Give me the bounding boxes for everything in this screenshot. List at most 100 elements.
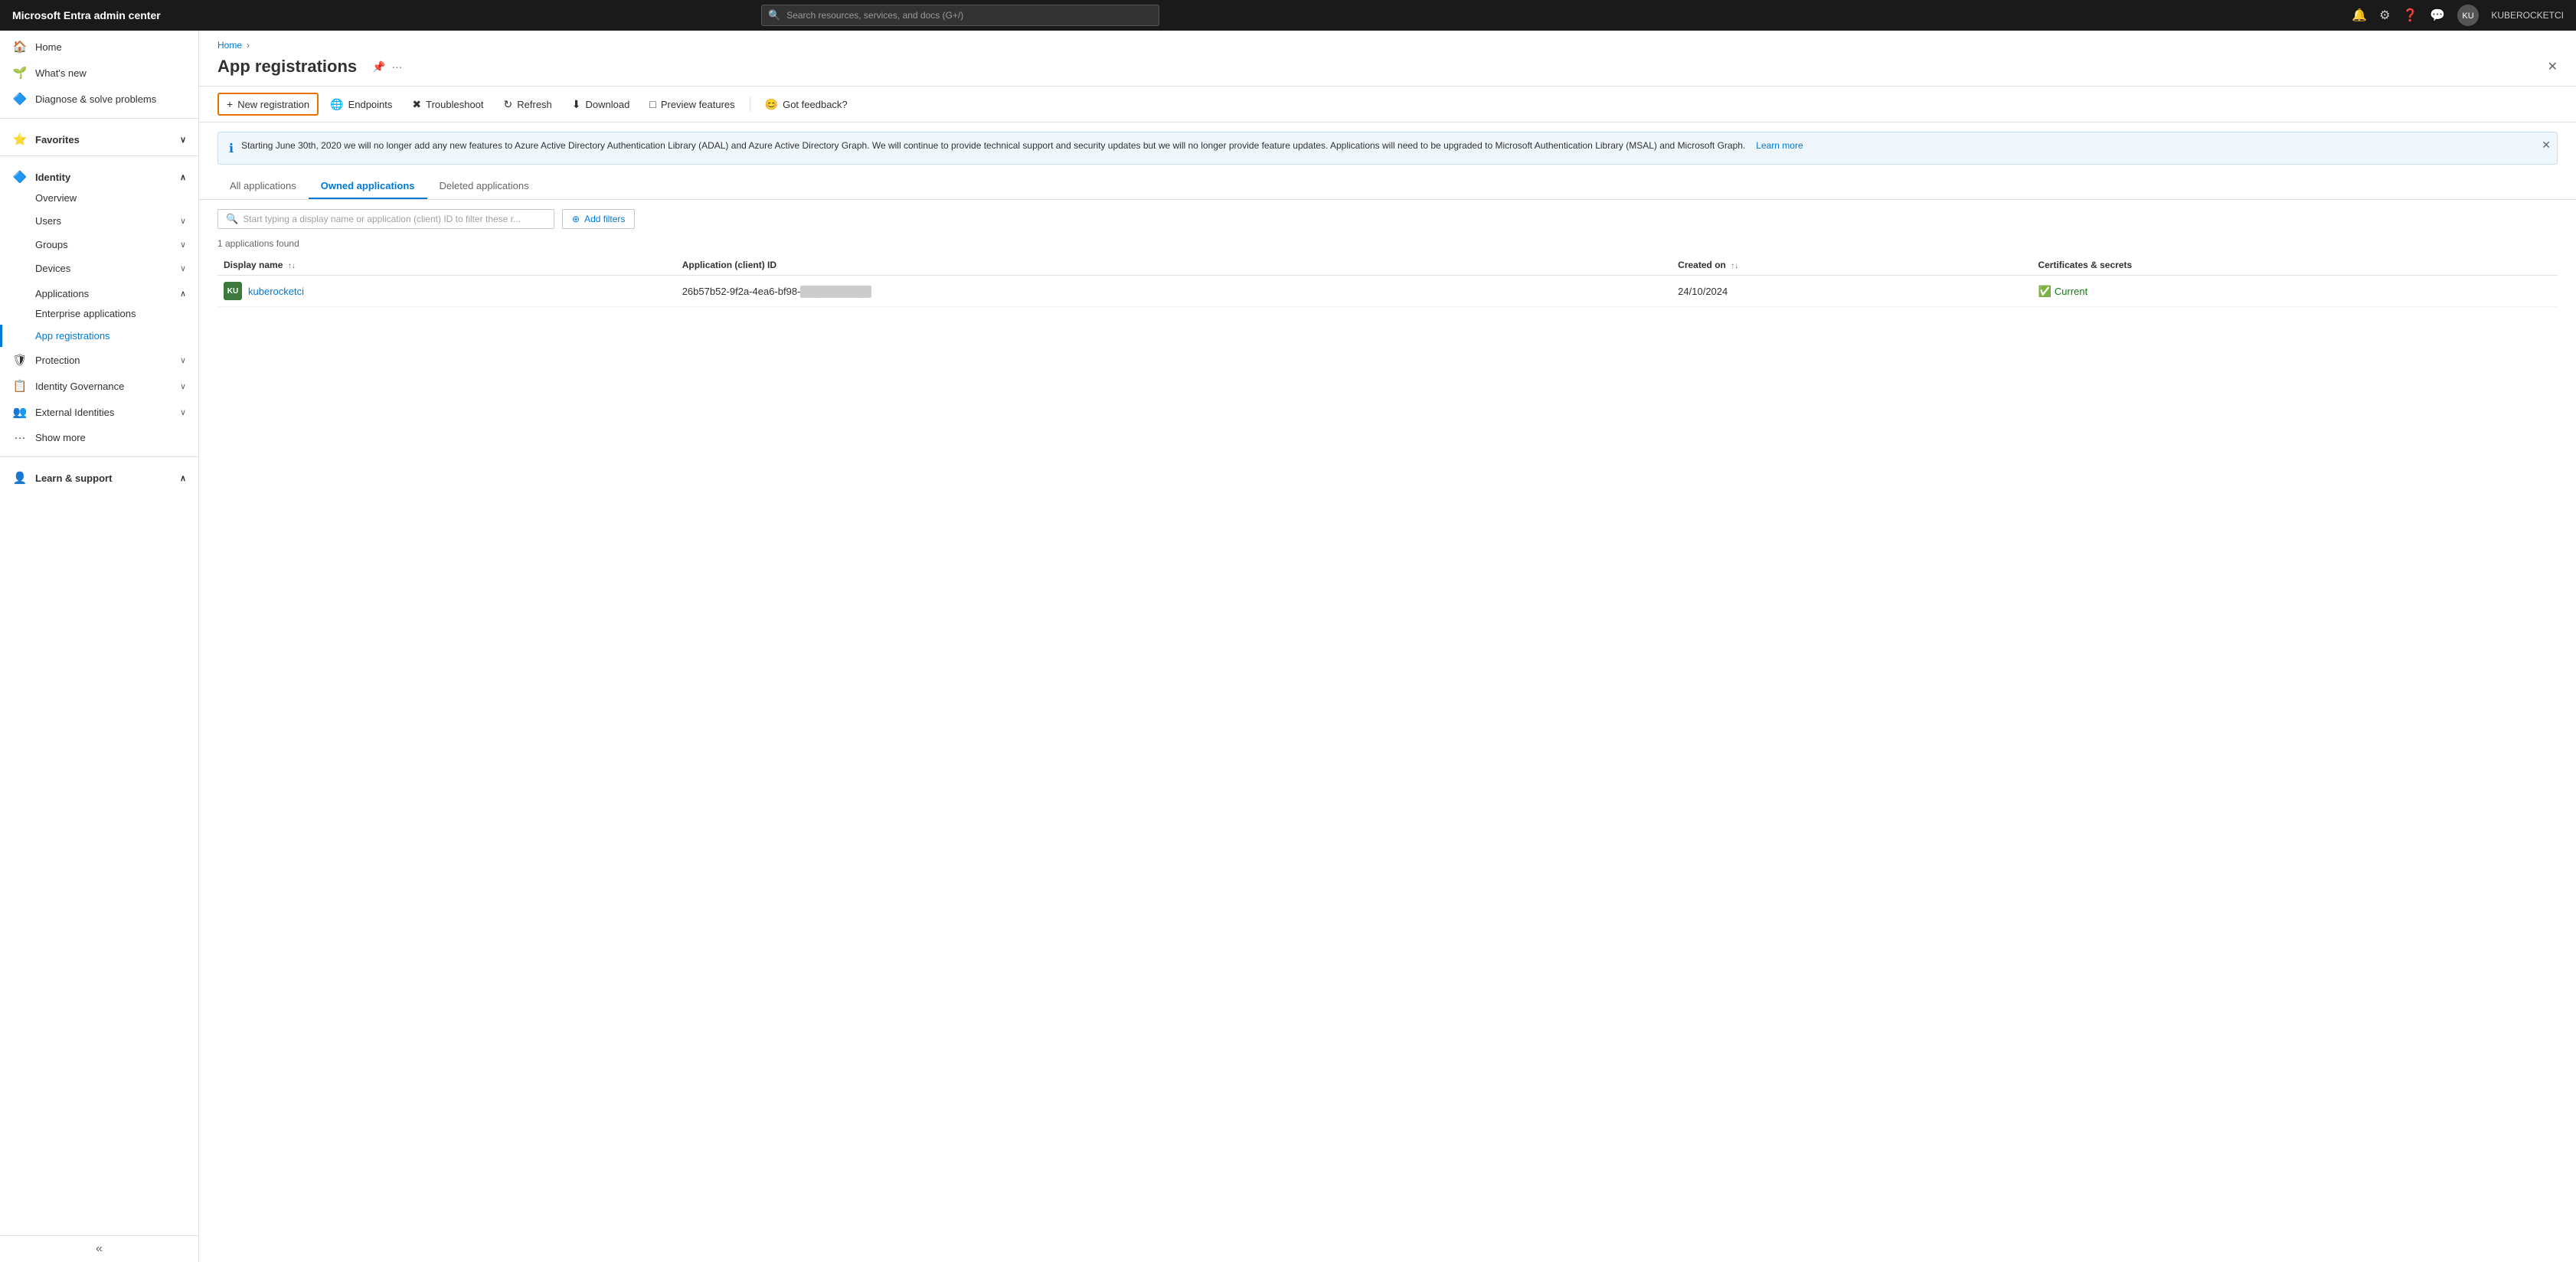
sidebar-learn-support[interactable]: 👤 Learn & support ∧ — [0, 463, 198, 488]
sidebar-item-protection[interactable]: 🛡 Protection ∨ — [0, 347, 198, 373]
topbar: Microsoft Entra admin center 🔍 🔔 ⚙ ❓ 💬 K… — [0, 0, 2576, 31]
sidebar-label-whats-new: What's new — [35, 67, 186, 79]
sidebar-nav: 🏠 Home 🌱 What's new 🔷 Diagnose & solve p… — [0, 31, 198, 1235]
protection-icon: 🛡 — [12, 353, 28, 367]
close-button[interactable]: ✕ — [2548, 59, 2558, 74]
sidebar-item-show-more[interactable]: ··· Show more — [0, 425, 198, 450]
endpoints-label: Endpoints — [348, 99, 393, 110]
page-title: App registrations — [217, 57, 357, 77]
avatar[interactable]: KU — [2457, 5, 2479, 26]
diagnose-icon: 🔷 — [12, 92, 28, 106]
preview-features-label: Preview features — [661, 99, 735, 110]
endpoints-icon: 🌐 — [330, 98, 343, 111]
divider-3 — [0, 456, 198, 457]
sidebar-label-groups: Groups — [35, 239, 172, 250]
pin-icon[interactable]: 📌 — [372, 60, 385, 74]
preview-icon: □ — [649, 98, 655, 110]
troubleshoot-icon: ✖ — [412, 98, 421, 111]
download-label: Download — [586, 99, 630, 110]
collapse-icon: « — [96, 1242, 103, 1256]
groups-chevron: ∨ — [180, 240, 186, 250]
cell-client-id: 26b57b52-9f2a-4ea6-bf98-██████████ — [676, 276, 1672, 307]
sidebar-item-whats-new[interactable]: 🌱 What's new — [0, 60, 198, 86]
redacted-id: ██████████ — [800, 286, 871, 297]
sidebar-item-app-registrations[interactable]: App registrations — [0, 325, 198, 347]
sort-icon-name[interactable]: ↑↓ — [288, 262, 296, 270]
sidebar-label-learn-support: Learn & support — [35, 472, 172, 484]
table-row: KU kuberocketci 26b57b52-9f2a-4ea6-bf98-… — [217, 276, 2558, 307]
more-icon[interactable]: ··· — [392, 60, 403, 73]
sidebar-label-diagnose: Diagnose & solve problems — [35, 93, 186, 105]
sidebar-item-users[interactable]: Users ∨ — [0, 209, 198, 233]
feedback-icon-toolbar: 😊 — [765, 98, 778, 111]
sidebar-item-diagnose[interactable]: 🔷 Diagnose & solve problems — [0, 86, 198, 112]
plus-icon: + — [227, 98, 233, 110]
sidebar-item-enterprise-apps[interactable]: Enterprise applications — [0, 302, 198, 325]
endpoints-button[interactable]: 🌐 Endpoints — [322, 93, 400, 116]
sort-icon-created[interactable]: ↑↓ — [1731, 262, 1738, 270]
client-id-value: 26b57b52-9f2a-4ea6-bf98-██████████ — [682, 286, 871, 297]
new-registration-button[interactable]: + New registration — [217, 93, 319, 116]
tab-deleted-applications[interactable]: Deleted applications — [427, 174, 541, 199]
sidebar-label-applications: Applications — [35, 288, 172, 299]
cert-badge: ✅ Current — [2038, 285, 2551, 298]
devices-chevron: ∨ — [180, 263, 186, 273]
download-icon: ⬇ — [572, 98, 581, 111]
search-input[interactable] — [761, 5, 1159, 26]
breadcrumb: Home › — [199, 31, 2576, 51]
settings-icon[interactable]: ⚙ — [2379, 8, 2390, 23]
help-icon[interactable]: ❓ — [2402, 8, 2417, 23]
tab-all-applications[interactable]: All applications — [217, 174, 309, 199]
sidebar-favorites[interactable]: ⭐ Favorites ∨ — [0, 125, 198, 149]
sidebar: 🏠 Home 🌱 What's new 🔷 Diagnose & solve p… — [0, 31, 199, 1262]
refresh-label: Refresh — [517, 99, 552, 110]
sidebar-label-external-identities: External Identities — [35, 407, 172, 418]
got-feedback-button[interactable]: 😊 Got feedback? — [757, 93, 856, 116]
external-identities-icon: 👥 — [12, 405, 28, 419]
content-area: Home › App registrations 📌 ··· ✕ + New r… — [199, 31, 2576, 1262]
svg-text:KU: KU — [2463, 11, 2474, 21]
favorites-icon: ⭐ — [12, 132, 28, 146]
sidebar-item-identity-governance[interactable]: 📋 Identity Governance ∨ — [0, 373, 198, 399]
refresh-button[interactable]: ↻ Refresh — [495, 93, 561, 116]
feedback-icon[interactable]: 💬 — [2430, 8, 2445, 23]
sidebar-label-protection: Protection — [35, 355, 172, 366]
table-section: 1 applications found Display name ↑↓ App… — [199, 238, 2576, 307]
notification-icon[interactable]: 🔔 — [2352, 8, 2367, 23]
sidebar-item-home[interactable]: 🏠 Home — [0, 34, 198, 60]
search-icon: 🔍 — [768, 9, 780, 21]
banner-close-button[interactable]: ✕ — [2542, 139, 2551, 152]
identity-governance-icon: 📋 — [12, 379, 28, 393]
applications-chevron: ∧ — [180, 289, 186, 299]
tab-owned-applications[interactable]: Owned applications — [309, 174, 427, 199]
show-more-icon: ··· — [12, 431, 28, 444]
sidebar-identity[interactable]: 🔷 Identity ∧ — [0, 162, 198, 187]
cell-display-name: KU kuberocketci — [217, 276, 676, 307]
favorites-chevron: ∨ — [180, 135, 186, 145]
app-name-link[interactable]: kuberocketci — [248, 286, 304, 297]
got-feedback-label: Got feedback? — [783, 99, 848, 110]
app-name-cell: KU kuberocketci — [224, 282, 670, 300]
filter-search-icon: 🔍 — [226, 213, 238, 225]
topbar-icons: 🔔 ⚙ ❓ 💬 KU KUBEROCKETCI — [2352, 5, 2564, 26]
toolbar: + New registration 🌐 Endpoints ✖ Trouble… — [199, 87, 2576, 123]
table-header-row: Display name ↑↓ Application (client) ID … — [217, 255, 2558, 276]
sidebar-item-overview[interactable]: Overview — [0, 187, 198, 209]
learn-more-link[interactable]: Learn more — [1756, 140, 1803, 151]
preview-features-button[interactable]: □ Preview features — [641, 93, 743, 115]
filter-input[interactable] — [243, 214, 546, 224]
identity-governance-chevron: ∨ — [180, 381, 186, 391]
cell-created-on: 24/10/2024 — [1672, 276, 2032, 307]
sidebar-applications[interactable]: Applications ∧ — [0, 280, 198, 302]
users-chevron: ∨ — [180, 216, 186, 226]
sidebar-item-devices[interactable]: Devices ∨ — [0, 257, 198, 280]
sidebar-item-groups[interactable]: Groups ∨ — [0, 233, 198, 257]
sidebar-collapse-button[interactable]: « — [0, 1235, 198, 1262]
sidebar-item-external-identities[interactable]: 👥 External Identities ∨ — [0, 399, 198, 425]
table-header: Display name ↑↓ Application (client) ID … — [217, 255, 2558, 276]
troubleshoot-button[interactable]: ✖ Troubleshoot — [404, 93, 492, 116]
add-filters-button[interactable]: ⊕ Add filters — [562, 209, 635, 229]
breadcrumb-home[interactable]: Home — [217, 40, 242, 51]
download-button[interactable]: ⬇ Download — [564, 93, 639, 116]
username-label: KUBEROCKETCI — [2491, 10, 2564, 21]
